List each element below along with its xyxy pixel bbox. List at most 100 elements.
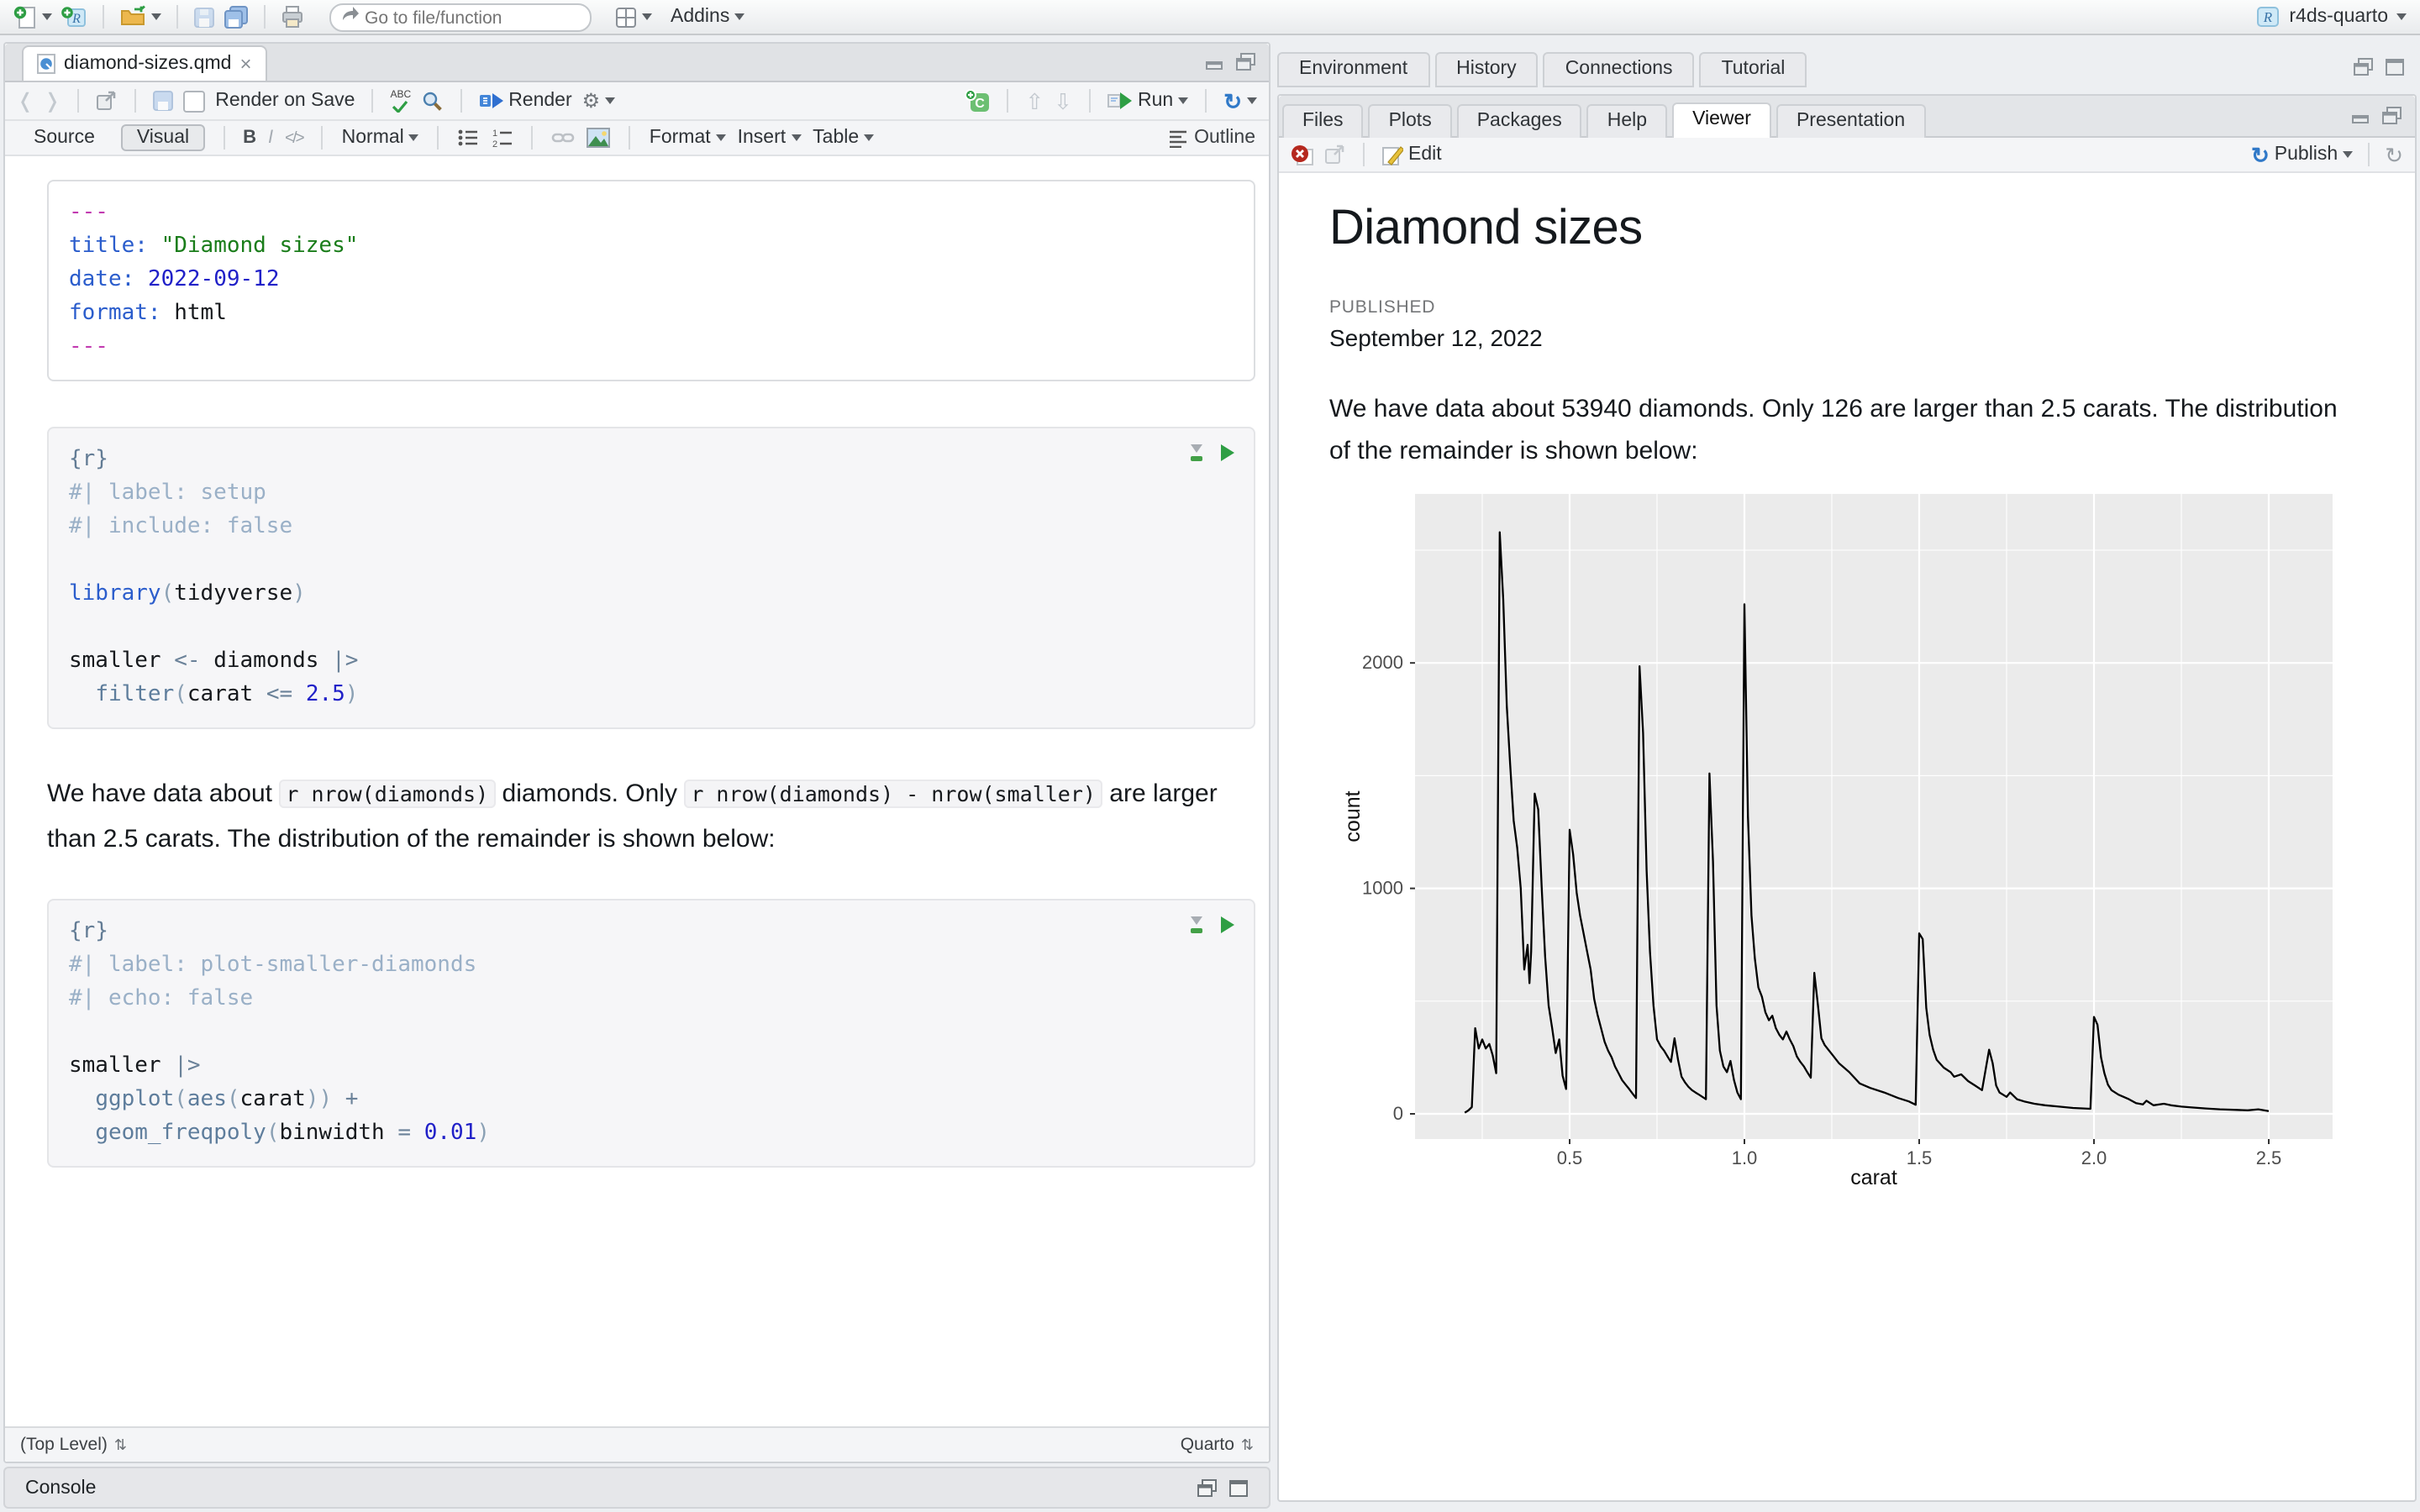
- save-all-button[interactable]: [224, 5, 249, 29]
- insert-chunk-button[interactable]: C: [965, 89, 990, 113]
- source-publish-button[interactable]: ↻: [1223, 90, 1257, 112]
- published-date: September 12, 2022: [1329, 324, 1543, 351]
- refresh-icon[interactable]: ↻: [2385, 144, 2403, 165]
- popout-icon[interactable]: [96, 91, 118, 111]
- pane-layout-button[interactable]: [615, 6, 652, 28]
- restore-pane-icon[interactable]: [2381, 106, 2403, 126]
- goto-file-input[interactable]: [329, 3, 592, 33]
- run-chunks-above-icon[interactable]: [1188, 916, 1205, 934]
- viewer-content[interactable]: Diamond sizes PUBLISHED September 12, 20…: [1279, 173, 2415, 1500]
- source-mode-button[interactable]: Source: [18, 124, 110, 151]
- document-canvas[interactable]: --- title: "Diamond sizes" date: 2022-09-1…: [5, 156, 1269, 1426]
- popout-viewer-icon[interactable]: [1324, 144, 1346, 165]
- outline-scope-selector[interactable]: (Top Level) ⇅: [20, 1435, 127, 1455]
- save-doc-icon[interactable]: [153, 91, 174, 111]
- addins-menu[interactable]: Addins: [671, 7, 745, 27]
- run-caret: [1178, 97, 1189, 104]
- save-button[interactable]: [193, 6, 215, 28]
- run-icon: [1107, 92, 1132, 109]
- restore-pane-icon[interactable]: [1235, 52, 1257, 72]
- back-icon[interactable]: ❬: [17, 91, 34, 111]
- tab-connections[interactable]: Connections: [1543, 52, 1695, 87]
- tab-files[interactable]: Files: [1282, 104, 1364, 138]
- tab-presentation[interactable]: Presentation: [1776, 104, 1926, 138]
- insert-menu-caret: [791, 134, 802, 141]
- visual-mode-button[interactable]: Visual: [121, 124, 205, 151]
- new-file-button[interactable]: [13, 4, 52, 29]
- render-settings-menu[interactable]: ⚙: [582, 91, 616, 111]
- next-chunk-icon[interactable]: ⇩: [1054, 90, 1072, 112]
- tab-plots[interactable]: Plots: [1368, 104, 1452, 138]
- run-chunk-icon[interactable]: [1220, 916, 1235, 934]
- paragraph-style-menu[interactable]: Normal: [342, 128, 419, 148]
- image-icon[interactable]: [587, 128, 611, 148]
- code-chunk-plot[interactable]: {r} #| label: plot-smaller-diamonds #| ech…: [47, 899, 1255, 1168]
- minimize-pane-icon[interactable]: [1205, 52, 1225, 71]
- insert-menu[interactable]: Insert: [738, 128, 802, 148]
- svg-text:1: 1: [493, 129, 498, 139]
- outline-toggle[interactable]: Outline: [1167, 128, 1255, 148]
- open-file-button[interactable]: [119, 5, 161, 29]
- environment-pane-tabbar: Environment History Connections Tutorial: [1277, 45, 2417, 87]
- render-icon: [479, 93, 503, 108]
- format-menu-caret: [715, 134, 726, 141]
- table-menu[interactable]: Table: [813, 128, 875, 148]
- forward-icon[interactable]: ❭: [44, 91, 60, 111]
- insert-chunk-icon: C: [965, 89, 990, 112]
- print-button[interactable]: [281, 5, 304, 29]
- code-chunk-setup[interactable]: {r} #| label: setup #| include: false libr…: [47, 427, 1255, 729]
- restore-pane-icon[interactable]: [1197, 1478, 1218, 1498]
- edit-label: Edit: [1408, 144, 1442, 165]
- prev-chunk-icon[interactable]: ⇧: [1025, 90, 1044, 112]
- svg-text:1000: 1000: [1362, 878, 1403, 899]
- editor-paragraph[interactable]: We have data about r nrow(diamonds) diam…: [47, 771, 1260, 862]
- viewer-pane-tabbar: Files Plots Packages Help Viewer Present…: [1279, 96, 2415, 138]
- render-button[interactable]: Render: [478, 91, 572, 111]
- minimize-pane-icon[interactable]: [2351, 106, 2371, 124]
- format-menu[interactable]: Format: [650, 128, 726, 148]
- tab-close-icon[interactable]: ×: [239, 54, 251, 74]
- tab-packages[interactable]: Packages: [1456, 104, 1582, 138]
- edit-button[interactable]: Edit: [1381, 144, 1442, 165]
- svg-text:0: 0: [1393, 1103, 1403, 1124]
- document-paragraph: We have data about 53940 diamonds. Only …: [1329, 395, 2338, 465]
- project-name: r4ds-quarto: [2289, 7, 2388, 27]
- svg-text:C: C: [976, 97, 986, 111]
- tab-tutorial[interactable]: Tutorial: [1699, 52, 1807, 87]
- link-icon[interactable]: [552, 128, 576, 148]
- pane-layout-icon: [616, 7, 636, 27]
- new-project-button[interactable]: R: [60, 4, 87, 29]
- numbered-list-icon[interactable]: 12: [492, 128, 513, 148]
- bold-button[interactable]: B: [243, 128, 256, 148]
- search-icon[interactable]: [421, 90, 443, 112]
- format-menu-label: Format: [649, 128, 711, 148]
- run-chunk-icon[interactable]: [1220, 444, 1235, 462]
- tab-viewer[interactable]: Viewer: [1672, 102, 1771, 138]
- tab-environment[interactable]: Environment: [1277, 52, 1430, 87]
- run-button[interactable]: Run: [1107, 91, 1189, 111]
- svg-text:1.5: 1.5: [1907, 1147, 1933, 1168]
- restore-pane-icon[interactable]: [2353, 56, 2375, 76]
- project-menu[interactable]: R r4ds-quarto: [2255, 5, 2407, 29]
- console-label: Console: [25, 1478, 97, 1498]
- maximize-pane-icon[interactable]: [1228, 1478, 1249, 1498]
- toolbar-separator: [437, 126, 439, 150]
- clear-viewer-icon[interactable]: [1291, 144, 1314, 165]
- run-chunks-above-icon[interactable]: [1188, 444, 1205, 462]
- bullet-list-icon[interactable]: [458, 128, 480, 148]
- maximize-pane-icon[interactable]: [2385, 56, 2405, 76]
- yaml-metadata-block[interactable]: --- title: "Diamond sizes" date: 2022-09-1…: [47, 180, 1255, 381]
- code-button[interactable]: </>: [285, 129, 304, 147]
- goto-file-search: [329, 2, 592, 33]
- tab-diamond-sizes[interactable]: diamond-sizes.qmd ×: [22, 45, 267, 81]
- console-pane-header[interactable]: Console: [3, 1467, 1270, 1509]
- render-on-save-checkbox[interactable]: [183, 90, 206, 112]
- tab-help[interactable]: Help: [1586, 104, 1668, 138]
- language-mode-selector[interactable]: Quarto ⇅: [1181, 1435, 1254, 1455]
- document-title: Diamond sizes: [1329, 202, 1643, 255]
- toolbar-separator: [371, 89, 374, 113]
- tab-history[interactable]: History: [1434, 52, 1539, 87]
- spellcheck-icon[interactable]: ABC: [391, 90, 411, 112]
- italic-button[interactable]: I: [268, 128, 273, 148]
- publish-button[interactable]: ↻ Publish: [2251, 144, 2354, 165]
